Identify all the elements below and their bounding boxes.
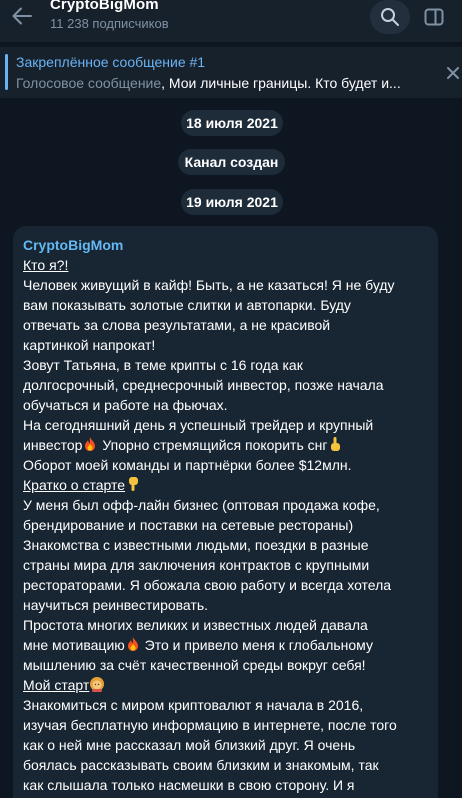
message-text-span: Человек живущий в кайф! Быть, а не казат… bbox=[23, 277, 395, 293]
pinned-indicator bbox=[5, 54, 8, 90]
message-line: боялась рассказывать своим близким и зна… bbox=[23, 755, 428, 775]
date-separator: 19 июля 2021 bbox=[181, 189, 283, 215]
pinned-preview: Голосовое сообщение, Мои личные границы.… bbox=[16, 75, 436, 91]
message-text-span: долгосрочный, среднесрочный инвестор, по… bbox=[23, 377, 384, 393]
message-text-span: изучая бесплатную информацию в интернете… bbox=[23, 717, 397, 733]
close-icon bbox=[447, 67, 459, 79]
message-text: Кто я?! Человек живущий в кайф! Быть, а н… bbox=[23, 255, 428, 795]
channel-title[interactable]: CryptoBigMom bbox=[50, 0, 159, 13]
message-line: научиться реинвестировать. bbox=[23, 595, 428, 615]
message-line: обучаться и работе на фьючах. bbox=[23, 395, 428, 415]
message-line: Знакомиться с миром криптовалют я начала… bbox=[23, 695, 428, 715]
message-text-span: обучаться и работе на фьючах. bbox=[23, 397, 228, 413]
service-message: Канал создан bbox=[178, 149, 285, 175]
woman-emoji-icon bbox=[89, 676, 105, 692]
message-text-span: Знакомства с известными людьми, поездки … bbox=[23, 537, 369, 553]
message-line: мне мотивацию Это и привело меня к глоба… bbox=[23, 635, 428, 655]
chat-header: CryptoBigMom 11 238 подписчиков bbox=[0, 0, 462, 42]
message-line: вам показывать золотые слитки и автопарк… bbox=[23, 295, 428, 315]
fire-icon bbox=[82, 436, 98, 452]
subscriber-count: 11 238 подписчиков bbox=[50, 16, 169, 31]
pinned-preview-prefix: Голосовое сообщение bbox=[16, 75, 162, 91]
section-heading: Кто я?! bbox=[23, 257, 69, 273]
message-text-span: как о ней мне рассказал мой близкий друг… bbox=[23, 737, 356, 753]
message-line: Простота многих великих и известных люде… bbox=[23, 615, 428, 635]
message-text-span: страны мира для заключения контрактов с … bbox=[23, 557, 370, 573]
point-down-icon bbox=[125, 476, 141, 492]
message-text-span: У меня был офф-лайн бизнес (оптовая прод… bbox=[23, 497, 380, 513]
message-line: инвестор Упорно стремящийся покорить снг bbox=[23, 435, 428, 455]
message-text-span: Упорно стремящийся покорить снг bbox=[98, 437, 328, 453]
message-text-span: Оборот моей команды и партнёрки более $1… bbox=[23, 457, 352, 473]
pinned-title: Закреплённое сообщение #1 bbox=[16, 54, 206, 70]
message-line: отвечать за слова результатами, а не кра… bbox=[23, 315, 428, 335]
arrow-left-icon bbox=[12, 7, 32, 25]
message-line: Человек живущий в кайф! Быть, а не казат… bbox=[23, 275, 428, 295]
message-line: Знакомства с известными людьми, поездки … bbox=[23, 535, 428, 555]
message-text-span: инвестор bbox=[23, 437, 83, 453]
message-line: брендирование и поставки на сетевые рест… bbox=[23, 515, 428, 535]
message-line: страны мира для заключения контрактов с … bbox=[23, 555, 428, 575]
message-line: Кто я?! bbox=[23, 255, 428, 275]
message-line: Оборот моей команды и партнёрки более $1… bbox=[23, 455, 428, 475]
message-text-span: мне мотивацию bbox=[23, 637, 125, 653]
message-text-span: рестораторами. Я обожала свою работу и в… bbox=[23, 577, 392, 593]
message-line: У меня был офф-лайн бизнес (оптовая прод… bbox=[23, 495, 428, 515]
message-text-span: Простота многих великих и известных люде… bbox=[23, 617, 368, 633]
sidebar-toggle-button[interactable] bbox=[414, 0, 454, 34]
fire-icon bbox=[125, 636, 141, 652]
message-text-span: Зовут Татьяна, в теме крипты с 16 года к… bbox=[23, 357, 303, 373]
pinned-close-button[interactable] bbox=[443, 61, 462, 85]
message-line: рестораторами. Я обожала свою работу и в… bbox=[23, 575, 428, 595]
point-up-icon bbox=[327, 436, 343, 452]
pinned-preview-text: , Мои личные границы. Кто будет и... bbox=[161, 75, 401, 91]
message-line: Мой старт bbox=[23, 675, 428, 695]
message-author[interactable]: CryptoBigMom bbox=[23, 236, 428, 254]
message-text-span: мышлению за счёт качественной среды вокр… bbox=[23, 657, 366, 673]
search-icon bbox=[381, 8, 399, 26]
message-line: Кратко о старте bbox=[23, 475, 428, 495]
search-button[interactable] bbox=[370, 0, 410, 34]
message-text-span: отвечать за слова результатами, а не кра… bbox=[23, 317, 331, 333]
message-line: как о ней мне рассказал мой близкий друг… bbox=[23, 735, 428, 755]
message-text-span: картинкой напрокат! bbox=[23, 337, 156, 353]
section-heading: Кратко о старте bbox=[23, 477, 126, 493]
sidebar-panel-icon bbox=[424, 8, 444, 26]
message-line: Зовут Татьяна, в теме крипты с 16 года к… bbox=[23, 355, 428, 375]
message-text-span: вам показывать золотые слитки и автопарк… bbox=[23, 297, 351, 313]
message-line: мышлению за счёт качественной среды вокр… bbox=[23, 655, 428, 675]
message-line: изучая бесплатную информацию в интернете… bbox=[23, 715, 428, 735]
message-text-span: Это и привело меня к глобальному bbox=[140, 637, 373, 653]
message-line: долгосрочный, среднесрочный инвестор, по… bbox=[23, 375, 428, 395]
message-text-span: научиться реинвестировать. bbox=[23, 597, 209, 613]
message-text-span: На сегодняшний день я успешный трейдер и… bbox=[23, 417, 374, 433]
message-line: как слышала только насмешки в свою сторо… bbox=[23, 775, 428, 795]
message-text-span: брендирование и поставки на сетевые рест… bbox=[23, 517, 354, 533]
message-text-span: Знакомиться с миром криптовалют я начала… bbox=[23, 697, 364, 713]
message-line: На сегодняшний день я успешный трейдер и… bbox=[23, 415, 428, 435]
message-line: картинкой напрокат! bbox=[23, 335, 428, 355]
back-button[interactable] bbox=[10, 5, 34, 27]
date-separator: 18 июля 2021 bbox=[181, 110, 283, 136]
section-heading: Мой старт bbox=[23, 677, 90, 693]
message-text-span: боялась рассказывать своим близким и зна… bbox=[23, 757, 379, 773]
message-bubble[interactable]: CryptoBigMom Кто я?! Человек живущий в ка… bbox=[13, 226, 438, 798]
telegram-channel-window: CryptoBigMom 11 238 подписчиков Закреплё… bbox=[0, 0, 462, 798]
message-text-span: как слышала только насмешки в свою сторо… bbox=[23, 777, 355, 793]
pinned-message-bar[interactable]: Закреплённое сообщение #1 Голосовое сооб… bbox=[0, 46, 462, 98]
